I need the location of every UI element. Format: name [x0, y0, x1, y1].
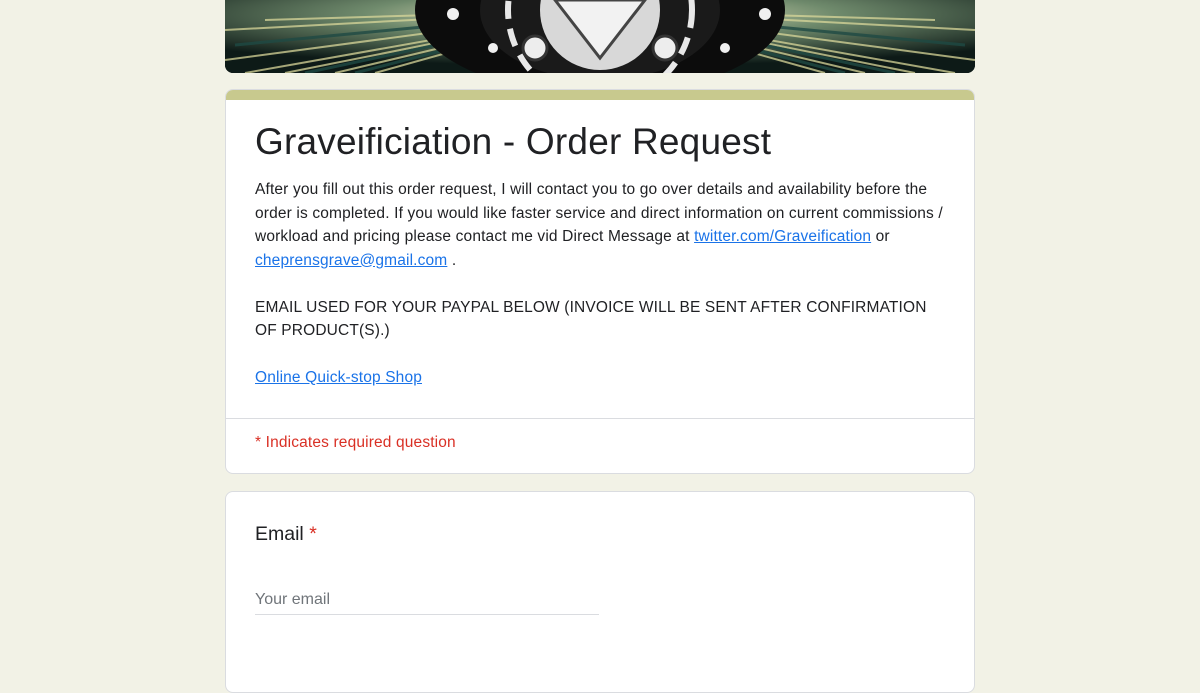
question-title: Email * — [255, 522, 317, 546]
period-text: . — [447, 251, 457, 269]
accent-bar — [226, 90, 974, 100]
shop-paragraph: Online Quick-stop Shop — [255, 366, 945, 390]
shop-link[interactable]: Online Quick-stop Shop — [255, 369, 422, 386]
header-banner-image — [225, 0, 975, 73]
form-column: Graveificiation - Order Request After yo… — [225, 0, 975, 693]
email-question-card: Email * — [225, 491, 975, 693]
email-link[interactable]: cheprensgrave@gmail.com — [255, 252, 447, 269]
paypal-note: EMAIL USED FOR YOUR PAYPAL BELOW (INVOIC… — [255, 298, 927, 340]
form-header-card: Graveificiation - Order Request After yo… — [225, 89, 975, 474]
form-title: Graveificiation - Order Request — [255, 121, 772, 162]
required-asterisk: * — [309, 523, 317, 545]
twitter-link[interactable]: twitter.com/Graveification — [694, 228, 871, 245]
question-label: Email — [255, 523, 304, 545]
form-header-body: Graveificiation - Order Request After yo… — [226, 100, 974, 418]
or-text: or — [871, 228, 890, 245]
required-question-note: * Indicates required question — [255, 433, 456, 451]
description-paragraph: After you fill out this order request, I… — [255, 178, 945, 272]
email-input[interactable] — [255, 586, 599, 615]
form-description: After you fill out this order request, I… — [255, 178, 945, 390]
